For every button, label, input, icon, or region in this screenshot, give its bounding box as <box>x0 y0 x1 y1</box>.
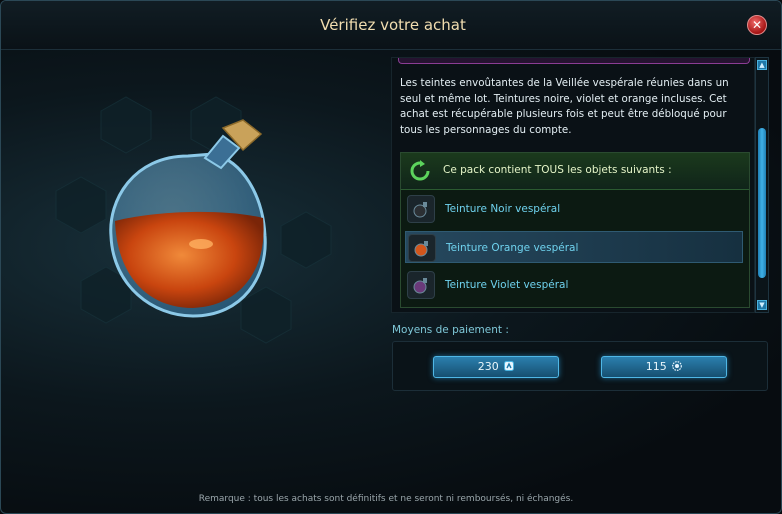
pay-option-2-button[interactable]: 115 <box>601 356 727 378</box>
description-panel: Les teintes envoûtantes de la Veillée ve… <box>391 57 755 313</box>
description-text: Les teintes envoûtantes de la Veillée ve… <box>400 77 729 136</box>
scroll-up-icon[interactable]: ▲ <box>757 60 767 70</box>
purchase-dialog: Vérifiez votre achat ✕ Les teintes envoû… <box>0 0 782 514</box>
pay-option-1-button[interactable]: 230 <box>433 356 559 378</box>
pack-item-label: Teinture Noir vespéral <box>445 203 561 215</box>
pay-option-1-amount: 230 <box>477 360 499 373</box>
currency-a-icon <box>504 361 515 371</box>
pack-item-label: Teinture Orange vespéral <box>446 242 579 254</box>
potion-illustration <box>109 119 267 318</box>
refresh-icon <box>410 160 430 181</box>
pack-header-label: Ce pack contient TOUS les objets suivant… <box>443 164 672 176</box>
footer-note: Remarque : tous les achats sont définiti… <box>198 494 574 504</box>
scroll-down-icon[interactable]: ▼ <box>757 300 767 310</box>
pack-item-black[interactable]: Teinture Noir vespéral <box>405 193 743 225</box>
pack-item-violet[interactable]: Teinture Violet vespéral <box>405 269 743 301</box>
dye-orange-icon <box>408 234 436 262</box>
dye-black-icon <box>407 195 435 223</box>
scroll-thumb[interactable] <box>758 128 766 278</box>
description-top-bar <box>398 58 750 64</box>
currency-b-icon <box>672 361 683 371</box>
pack-contents: Ce pack contient TOUS les objets suivant… <box>400 152 750 308</box>
payment-options: 230 115 <box>392 341 768 391</box>
pack-item-label: Teinture Violet vespéral <box>445 279 569 291</box>
title-bar: Vérifiez votre achat ✕ <box>1 1 781 50</box>
pay-option-2-amount: 115 <box>645 360 667 373</box>
payment-label: Moyens de paiement : <box>392 324 509 336</box>
description-scrollbar[interactable]: ▲ ▼ <box>755 57 769 313</box>
dye-violet-icon <box>407 271 435 299</box>
close-icon[interactable]: ✕ <box>747 15 767 35</box>
pack-header: Ce pack contient TOUS les objets suivant… <box>401 153 749 190</box>
pack-item-orange[interactable]: Teinture Orange vespéral <box>405 231 743 263</box>
dialog-title: Vérifiez votre achat <box>320 16 466 34</box>
